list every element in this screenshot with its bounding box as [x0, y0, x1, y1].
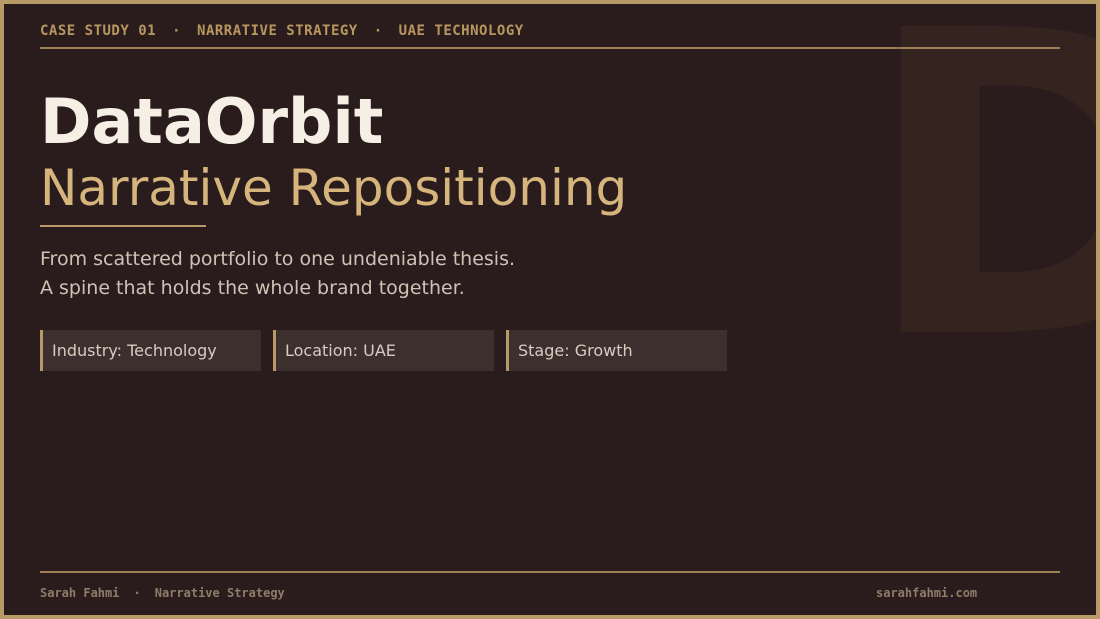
footer-role: Narrative Strategy — [154, 586, 285, 600]
footer-separator: · — [133, 586, 141, 600]
tag-industry: Industry: Technology — [40, 330, 261, 371]
header-item-region: UAE TECHNOLOGY — [398, 23, 524, 39]
header-separator: · — [373, 23, 383, 39]
watermark-letter: D — [862, 4, 1096, 398]
footer-author: Sarah Fahmi — [40, 586, 120, 600]
header-item-category: NARRATIVE STRATEGY — [197, 23, 358, 39]
accent-divider — [40, 225, 206, 227]
footer-website-link[interactable]: sarahfahmi.com — [876, 586, 977, 600]
header-breadcrumb: CASE STUDY 01 · NARRATIVE STRATEGY · UAE TEC… — [40, 23, 1060, 49]
tagline-line-2: A spine that holds the whole brand toget… — [40, 277, 465, 299]
footer-divider — [40, 571, 1060, 573]
header-item-case-study: CASE STUDY 01 — [40, 23, 157, 39]
header-separator: · — [172, 23, 182, 39]
footer-credit: Sarah Fahmi · Narrative Strategy — [40, 586, 285, 600]
tagline: From scattered portfolio to one undeniab… — [40, 245, 515, 303]
info-tags: Industry: Technology Location: UAE Stage… — [40, 330, 727, 371]
tag-stage: Stage: Growth — [506, 330, 727, 371]
case-study-slide: D CASE STUDY 01 · NARRATIVE STRATEGY · UAE T… — [0, 0, 1100, 619]
page-subtitle: Narrative Repositioning — [40, 159, 628, 217]
page-title: DataOrbit — [40, 85, 384, 158]
tagline-line-1: From scattered portfolio to one undeniab… — [40, 248, 516, 270]
tag-location: Location: UAE — [273, 330, 494, 371]
